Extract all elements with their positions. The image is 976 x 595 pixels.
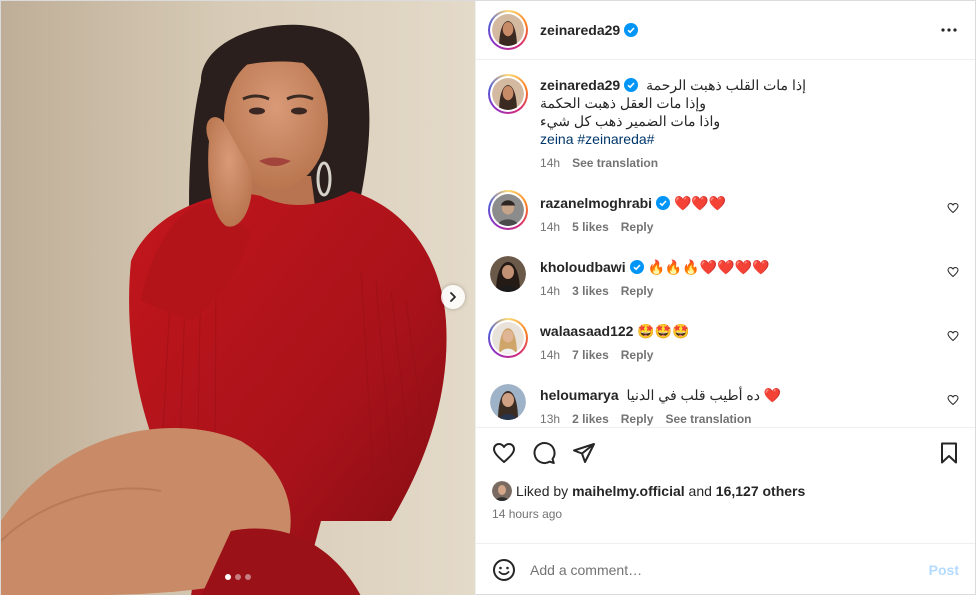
share-icon[interactable] bbox=[572, 441, 596, 465]
comment-time[interactable]: 13h bbox=[540, 412, 560, 426]
likes-joiner: and bbox=[688, 483, 712, 499]
liker-username[interactable]: maihelmy.official bbox=[572, 483, 685, 499]
likes-summary: Liked by maihelmy.official and 16,127 ot… bbox=[476, 477, 975, 505]
carousel-dot bbox=[235, 574, 242, 580]
comment-likes[interactable]: 7 likes bbox=[572, 348, 609, 362]
caption-hashtags[interactable]: zeina #zeinareda# bbox=[540, 130, 961, 148]
caption-line-1: إذا مات القلب ذهبت الرحمة bbox=[646, 77, 806, 93]
post-comment-button[interactable]: Post bbox=[929, 562, 959, 578]
likes-count[interactable]: 16,127 others bbox=[716, 483, 806, 499]
comment-time[interactable]: 14h bbox=[540, 284, 560, 298]
verified-badge-icon bbox=[629, 260, 644, 274]
comment-avatar[interactable] bbox=[488, 382, 528, 422]
caption-time[interactable]: 14h bbox=[540, 156, 560, 170]
comment-likes[interactable]: 5 likes bbox=[572, 220, 609, 234]
post-media[interactable] bbox=[1, 1, 476, 595]
comment-text: ❤️ ده أطيب قلب في الدنيا bbox=[626, 387, 782, 403]
caption: zeinareda29 إذا مات القلب ذهبت الرحمة وإ… bbox=[488, 74, 961, 170]
caption-line-3: واذا مات الضمير ذهب كل شيء bbox=[540, 113, 721, 129]
comment-username[interactable]: razanelmoghrabi bbox=[540, 195, 652, 211]
comments-list[interactable]: zeinareda29 إذا مات القلب ذهبت الرحمة وإ… bbox=[476, 60, 975, 427]
post-photo bbox=[1, 1, 476, 595]
reply-button[interactable]: Reply bbox=[621, 412, 654, 426]
see-translation-button[interactable]: See translation bbox=[572, 156, 658, 170]
add-comment-bar: Post bbox=[476, 543, 975, 595]
post-modal: zeinareda29 zeinareda29 إذا مات القلب ذه… bbox=[0, 0, 976, 595]
caption-line-2: وإذا مات العقل ذهبت الحكمة bbox=[540, 95, 707, 111]
comment-avatar[interactable] bbox=[488, 254, 528, 294]
verified-badge-icon bbox=[624, 23, 639, 37]
like-comment-heart-icon[interactable] bbox=[947, 266, 959, 278]
like-comment-heart-icon[interactable] bbox=[947, 394, 959, 406]
reply-button[interactable]: Reply bbox=[621, 284, 654, 298]
comment-avatar[interactable] bbox=[488, 190, 529, 230]
post-timestamp[interactable]: 14 hours ago bbox=[476, 505, 975, 529]
reply-button[interactable]: Reply bbox=[621, 220, 654, 234]
comment-icon[interactable] bbox=[532, 441, 556, 465]
comment-time[interactable]: 14h bbox=[540, 348, 560, 362]
likes-prefix: Liked by bbox=[516, 483, 569, 499]
comment-text: 🔥🔥🔥❤️❤️❤️❤️ bbox=[647, 259, 770, 275]
comment-item: walaasaad122 🤩🤩🤩 14h 7 likes Reply bbox=[488, 318, 961, 362]
comment-text: ❤️❤️❤️ bbox=[673, 195, 727, 211]
see-translation-button[interactable]: See translation bbox=[665, 412, 751, 426]
liker-avatar[interactable] bbox=[492, 481, 513, 501]
comment-likes[interactable]: 2 likes bbox=[572, 412, 609, 426]
caption-avatar[interactable] bbox=[488, 74, 529, 114]
emoji-icon[interactable] bbox=[492, 558, 516, 582]
comment-username[interactable]: heloumarya bbox=[540, 387, 619, 403]
bookmark-icon[interactable] bbox=[937, 441, 961, 465]
author-avatar[interactable] bbox=[488, 10, 529, 50]
carousel-dot bbox=[245, 574, 252, 580]
post-action-bar bbox=[476, 427, 975, 477]
post-side-panel: zeinareda29 zeinareda29 إذا مات القلب ذه… bbox=[475, 1, 975, 595]
author-username[interactable]: zeinareda29 bbox=[540, 22, 620, 38]
add-comment-input[interactable] bbox=[530, 562, 929, 578]
more-horizontal-icon bbox=[941, 28, 957, 32]
reply-button[interactable]: Reply bbox=[621, 348, 654, 362]
more-options-button[interactable] bbox=[937, 18, 961, 42]
comment-time[interactable]: 14h bbox=[540, 220, 560, 234]
carousel-indicator bbox=[1, 574, 475, 580]
comment-likes[interactable]: 3 likes bbox=[572, 284, 609, 298]
like-comment-heart-icon[interactable] bbox=[947, 330, 959, 342]
next-slide-button[interactable] bbox=[441, 285, 465, 309]
caption-username[interactable]: zeinareda29 bbox=[540, 77, 620, 93]
like-comment-heart-icon[interactable] bbox=[947, 202, 959, 214]
comment-avatar[interactable] bbox=[488, 318, 529, 358]
comment-item: heloumarya ❤️ ده أطيب قلب في الدنيا 13h … bbox=[488, 382, 961, 426]
heart-icon[interactable] bbox=[492, 441, 516, 465]
comment-username[interactable]: kholoudbawi bbox=[540, 259, 626, 275]
carousel-dot-active bbox=[225, 574, 232, 580]
verified-badge-icon bbox=[656, 196, 671, 210]
verified-badge-icon bbox=[624, 78, 639, 92]
chevron-right-icon bbox=[450, 292, 456, 302]
comment-item: kholoudbawi 🔥🔥🔥❤️❤️❤️❤️ 14h 3 likes Repl… bbox=[488, 254, 961, 298]
comment-item: razanelmoghrabi ❤️❤️❤️ 14h 5 likes Reply bbox=[488, 190, 961, 234]
comment-username[interactable]: walaasaad122 bbox=[540, 323, 633, 339]
comment-text: 🤩🤩🤩 bbox=[637, 323, 690, 339]
post-header: zeinareda29 bbox=[476, 1, 975, 60]
